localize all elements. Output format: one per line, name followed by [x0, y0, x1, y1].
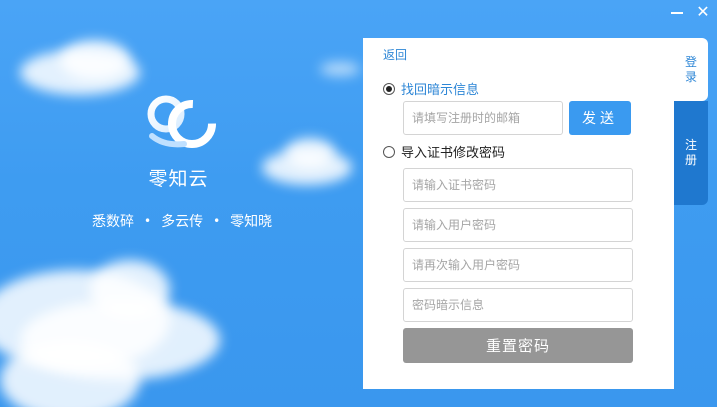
tagline-separator: • [144, 214, 152, 228]
email-field[interactable] [403, 101, 563, 135]
radio-label: 找回暗示信息 [401, 83, 480, 98]
tab-login[interactable]: 登 录 [674, 38, 708, 101]
app-window: ✕ 零知云 悉数碎 • 多云传 • 零知晓 返回 找回暗示信息 请填写注册时的邮… [0, 0, 717, 407]
tagline-item: 零知晓 [230, 214, 273, 230]
tab-register[interactable]: 注 册 [674, 101, 708, 205]
cloud-logo-icon [147, 95, 216, 148]
reset-password-panel: 返回 找回暗示信息 发送 导入证书修改密码 重置密码 [363, 38, 674, 389]
tab-label-char: 册 [684, 153, 697, 167]
radio-dot [386, 85, 392, 92]
window-controls: ✕ [669, 4, 711, 20]
close-icon: ✕ [696, 2, 710, 21]
close-button[interactable]: ✕ [695, 4, 711, 20]
radio-button-unchecked[interactable] [383, 145, 395, 158]
tagline: 悉数碎 • 多云传 • 零知晓 [92, 211, 272, 231]
send-button[interactable]: 发送 [569, 101, 631, 135]
tagline-separator: • [213, 214, 221, 228]
back-link[interactable]: 返回 [383, 46, 407, 63]
password-hint-field[interactable] [403, 288, 633, 322]
tagline-item: 悉数碎 [92, 214, 134, 230]
minimize-button[interactable] [669, 4, 685, 20]
brand-name: 零知云 [148, 168, 209, 190]
tab-label-char: 登 [684, 54, 697, 69]
cert-password-field[interactable] [403, 168, 633, 202]
radio-import-cert[interactable]: 导入证书修改密码 [383, 142, 505, 161]
confirm-password-field[interactable] [403, 248, 633, 282]
tab-label-char: 注 [684, 138, 697, 152]
radio-recover-hint[interactable]: 找回暗示信息 [383, 79, 479, 98]
tagline-item: 多云传 [161, 214, 204, 230]
radio-label: 导入证书修改密码 [401, 146, 506, 161]
radio-button-checked[interactable] [383, 82, 395, 95]
reset-password-button[interactable]: 重置密码 [403, 328, 633, 363]
tab-label-char: 录 [684, 69, 697, 84]
user-password-field[interactable] [403, 208, 633, 242]
minimize-icon [671, 12, 683, 14]
